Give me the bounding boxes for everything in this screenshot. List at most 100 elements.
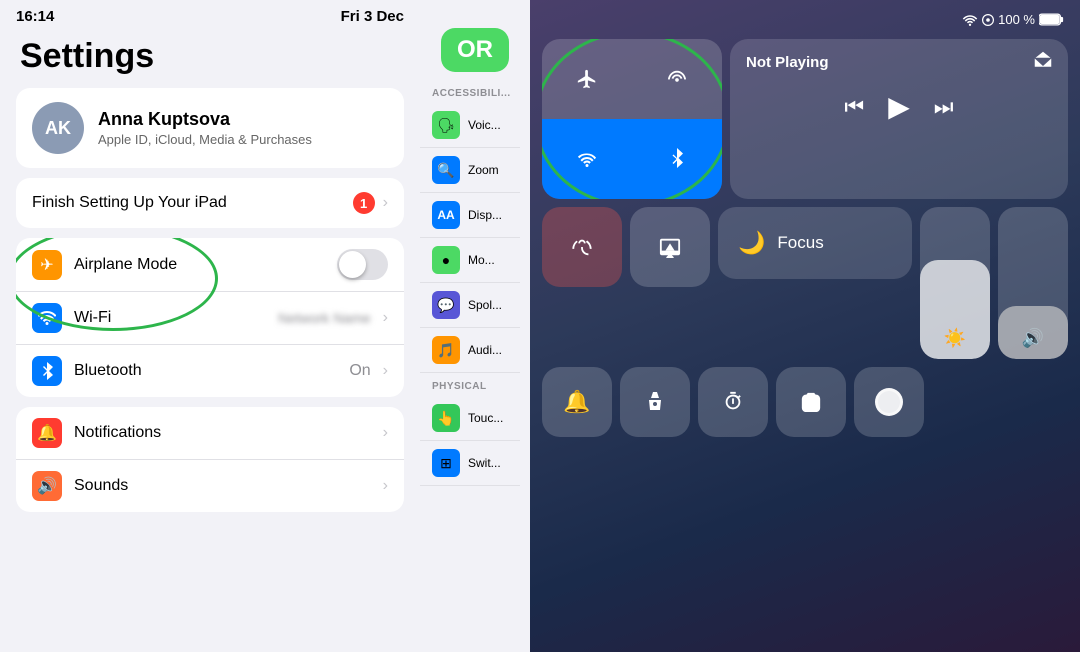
status-bar: 16:14 Fri 3 Dec (0, 0, 420, 29)
acc-audio-label: Audi... (468, 343, 502, 357)
record-dot (875, 388, 903, 416)
acc-row-zoom[interactable]: 🔍 Zoom (420, 148, 520, 193)
brightness-slider[interactable]: ☀️ (920, 207, 990, 359)
avatar: AK (32, 102, 84, 154)
acc-display-label: Disp... (468, 208, 502, 222)
bluetooth-chevron-icon: › (383, 362, 388, 380)
notifications-chevron-icon: › (383, 424, 388, 442)
settings-panel: 16:14 Fri 3 Dec Settings AK Anna Kuptsov… (0, 0, 420, 652)
airplane-mode-icon: ✈ (32, 250, 62, 280)
play-pause-btn[interactable]: ▶ (888, 90, 910, 123)
cc-connectivity-block (542, 39, 722, 199)
focus-moon-icon: 🌙 (738, 230, 765, 256)
settings-title: Settings (0, 29, 420, 88)
acc-audio-icon: 🎵 (432, 336, 460, 364)
notifications-sounds-group: 🔔 Notifications › 🔊 Sounds › (16, 407, 404, 512)
volume-icon: 🔊 (1022, 328, 1044, 349)
chevron-right-icon: › (383, 194, 388, 212)
cc-status-bar: 100 % (542, 12, 1068, 31)
airplane-mode-toggle[interactable] (337, 249, 388, 280)
wifi-status-icon (962, 14, 978, 26)
user-info: Anna Kuptsova Apple ID, iCloud, Media & … (98, 109, 312, 147)
acc-spoken-label: Spol... (468, 298, 502, 312)
prev-track-btn[interactable]: ⏮ (844, 94, 864, 120)
rotation-lock-btn[interactable] (542, 207, 622, 287)
sounds-icon: 🔊 (32, 471, 62, 501)
timer-btn[interactable] (698, 367, 768, 437)
finish-setup-badge: 1 (353, 192, 375, 214)
sounds-chevron-icon: › (383, 477, 388, 495)
notifications-icon: 🔔 (32, 418, 62, 448)
bell-btn[interactable]: 🔔 (542, 367, 612, 437)
location-status-icon (982, 14, 994, 26)
acc-row-display[interactable]: AA Disp... (420, 193, 520, 238)
acc-row-switch[interactable]: ⊞ Swit... (420, 441, 520, 486)
next-track-btn[interactable]: ⏭ (934, 94, 954, 120)
cc-np-controls: ⏮ ▶ ⏭ (746, 90, 1052, 123)
acc-spoken-icon: 💬 (432, 291, 460, 319)
user-name: Anna Kuptsova (98, 109, 312, 130)
bluetooth-label: Bluetooth (74, 362, 337, 380)
accessibility-sidebar: Accessibili... 🗣 Voic... 🔍 Zoom AA Disp.… (420, 72, 520, 494)
flashlight-btn[interactable] (620, 367, 690, 437)
cc-bluetooth-btn[interactable] (632, 119, 722, 199)
brightness-icon: ☀️ (944, 328, 966, 349)
network-settings-group: ✈ Airplane Mode Wi-Fi Network Name › Blu… (16, 238, 404, 397)
camera-btn[interactable] (776, 367, 846, 437)
wifi-label: Wi-Fi (74, 309, 266, 327)
wifi-row[interactable]: Wi-Fi Network Name › (16, 292, 404, 345)
bluetooth-row[interactable]: Bluetooth On › (16, 345, 404, 397)
finish-setup-label: Finish Setting Up Your iPad (32, 194, 227, 212)
cc-top-row: Not Playing ⏮ ▶ ⏭ (542, 39, 1068, 199)
acc-voice-label: Voic... (468, 118, 501, 132)
cc-wifi-btn[interactable] (542, 119, 632, 199)
airplay-icon[interactable] (1034, 51, 1052, 74)
acc-physical-header: PHYSICAL (420, 373, 520, 396)
time-display: 16:14 (16, 8, 54, 25)
notifications-label: Notifications (74, 424, 371, 442)
cc-np-title: Not Playing (746, 54, 829, 71)
user-card[interactable]: AK Anna Kuptsova Apple ID, iCloud, Media… (16, 88, 404, 168)
finish-setup-right: 1 › (353, 192, 388, 214)
cc-np-top: Not Playing (746, 51, 1052, 74)
acc-zoom-icon: 🔍 (432, 156, 460, 184)
bluetooth-icon (32, 356, 62, 386)
acc-switch-label: Swit... (468, 456, 501, 470)
sounds-row[interactable]: 🔊 Sounds › (16, 460, 404, 512)
user-subtitle: Apple ID, iCloud, Media & Purchases (98, 132, 312, 147)
airplane-mode-label: Airplane Mode (74, 256, 325, 274)
cc-airplane-mode-btn[interactable] (542, 39, 632, 119)
cc-status-icons: 100 % (962, 12, 1064, 27)
acc-row-motion[interactable]: ● Mo... (420, 238, 520, 283)
airplane-mode-row[interactable]: ✈ Airplane Mode (16, 238, 404, 292)
acc-display-icon: AA (432, 201, 460, 229)
acc-motion-label: Mo... (468, 253, 495, 267)
wifi-icon (32, 303, 62, 333)
acc-row-voice[interactable]: 🗣 Voic... (420, 103, 520, 148)
acc-section-header: Accessibili... (420, 80, 520, 103)
acc-zoom-label: Zoom (468, 163, 499, 177)
cc-hotspot-btn[interactable] (632, 39, 722, 119)
or-badge: OR (441, 28, 509, 72)
acc-voice-icon: 🗣 (432, 111, 460, 139)
battery-percentage: 100 % (998, 12, 1035, 27)
cc-row2: 🌙 Focus ☀️ 🔊 (542, 207, 1068, 359)
screen-mirror-btn[interactable] (630, 207, 710, 287)
notifications-row[interactable]: 🔔 Notifications › (16, 407, 404, 460)
screen-record-btn[interactable] (854, 367, 924, 437)
sounds-label: Sounds (74, 477, 371, 495)
wifi-chevron-icon: › (383, 309, 388, 327)
acc-row-spoken[interactable]: 💬 Spol... (420, 283, 520, 328)
acc-row-touch[interactable]: 👆 Touc... (420, 396, 520, 441)
control-center-panel: 100 % (530, 0, 1080, 652)
volume-slider[interactable]: 🔊 (998, 207, 1068, 359)
cc-now-playing: Not Playing ⏮ ▶ ⏭ (730, 39, 1068, 199)
finish-setup-row[interactable]: Finish Setting Up Your iPad 1 › (16, 178, 404, 228)
acc-switch-icon: ⊞ (432, 449, 460, 477)
acc-motion-icon: ● (432, 246, 460, 274)
focus-label: Focus (777, 233, 823, 253)
acc-touch-label: Touc... (468, 411, 503, 425)
cc-bottom-row: 🔔 (542, 367, 1068, 437)
focus-btn[interactable]: 🌙 Focus (718, 207, 912, 279)
acc-row-audio[interactable]: 🎵 Audi... (420, 328, 520, 373)
